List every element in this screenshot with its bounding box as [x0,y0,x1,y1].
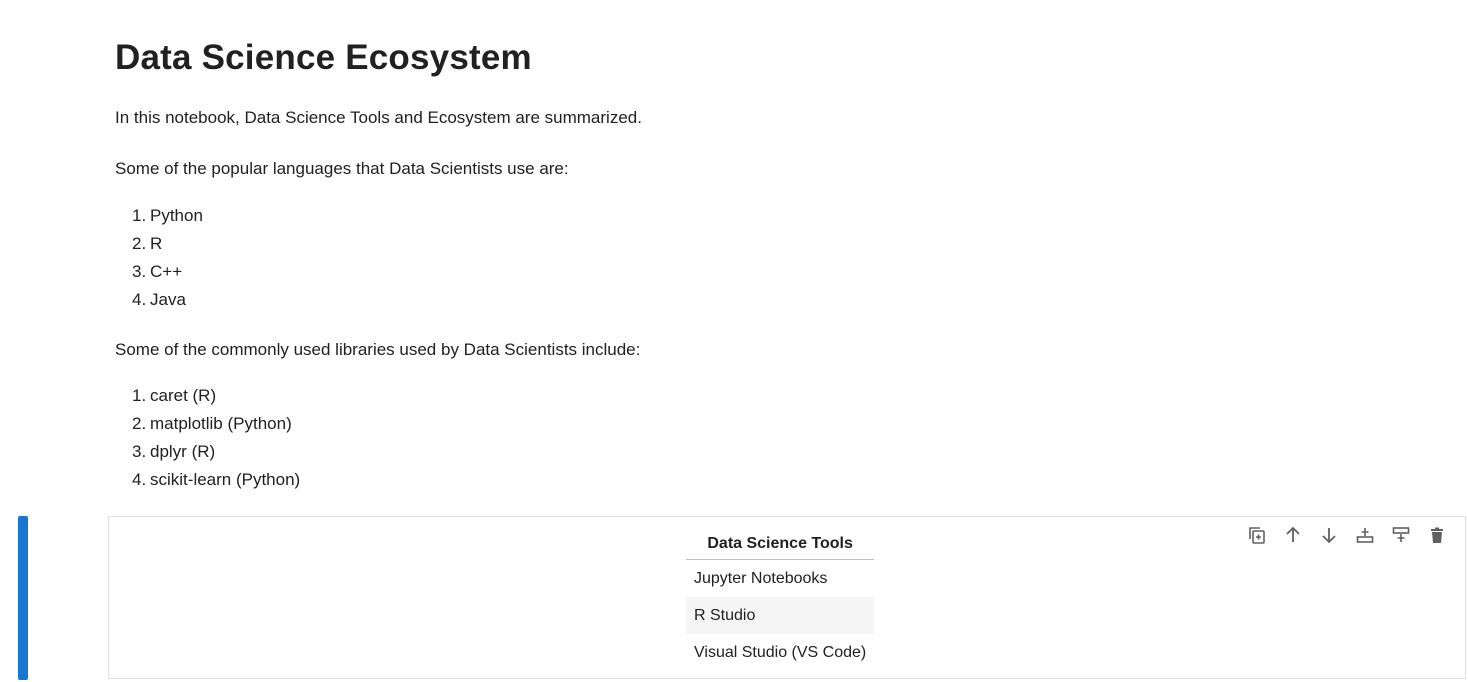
insert-below-button[interactable] [1383,523,1419,547]
insert-below-icon [1392,527,1410,542]
duplicate-icon [1249,527,1265,544]
intro-text: In this notebook, Data Science Tools and… [115,108,642,127]
cell-toolbar [1239,523,1455,547]
insert-above-icon [1356,528,1374,543]
list-item: 3. dplyr (R) [132,442,216,461]
table-row: R Studio [686,597,875,634]
delete-icon [1431,527,1443,543]
libraries-heading: Some of the commonly used libraries used… [115,340,641,359]
list-item: 1. Python [132,206,203,225]
tools-table: Data Science Tools Jupyter Notebooks R S… [686,525,875,671]
delete-cell-button[interactable] [1419,523,1455,547]
move-down-button[interactable] [1311,523,1347,547]
languages-heading: Some of the popular languages that Data … [115,159,569,178]
table-cell: Jupyter Notebooks [694,569,828,587]
libraries-list: 1. caret (R) 2. matplotlib (Python) 3. dply… [132,382,300,494]
move-up-icon [1286,526,1300,542]
notebook-panel: Data Science Ecosystem In this notebook,… [0,0,1468,682]
duplicate-cell-button[interactable] [1239,523,1275,547]
table-row: Jupyter Notebooks [686,560,874,598]
languages-list: 1. Python 2. R 3. C++ 4. Java [132,202,203,314]
cell-collapser[interactable] [18,516,28,680]
list-item: 3. C++ [132,262,183,281]
list-item: 4. Java [132,290,186,309]
list-item: 2. R [132,234,163,253]
page-title: Data Science Ecosystem [115,38,532,77]
list-item: 1. caret (R) [132,386,217,405]
active-markdown-cell[interactable]: Data Science Tools Jupyter Notebooks R S… [108,516,1466,679]
insert-above-button[interactable] [1347,523,1383,547]
list-item: 2. matplotlib (Python) [132,414,292,433]
move-up-button[interactable] [1275,523,1311,547]
table-row: Visual Studio (VS Code) [686,634,874,671]
move-down-icon [1322,528,1336,544]
table-header: Data Science Tools [686,525,875,560]
table-cell: R Studio [686,597,875,634]
list-item: 4. scikit-learn (Python) [132,470,301,489]
table-cell: Visual Studio (VS Code) [694,643,867,661]
